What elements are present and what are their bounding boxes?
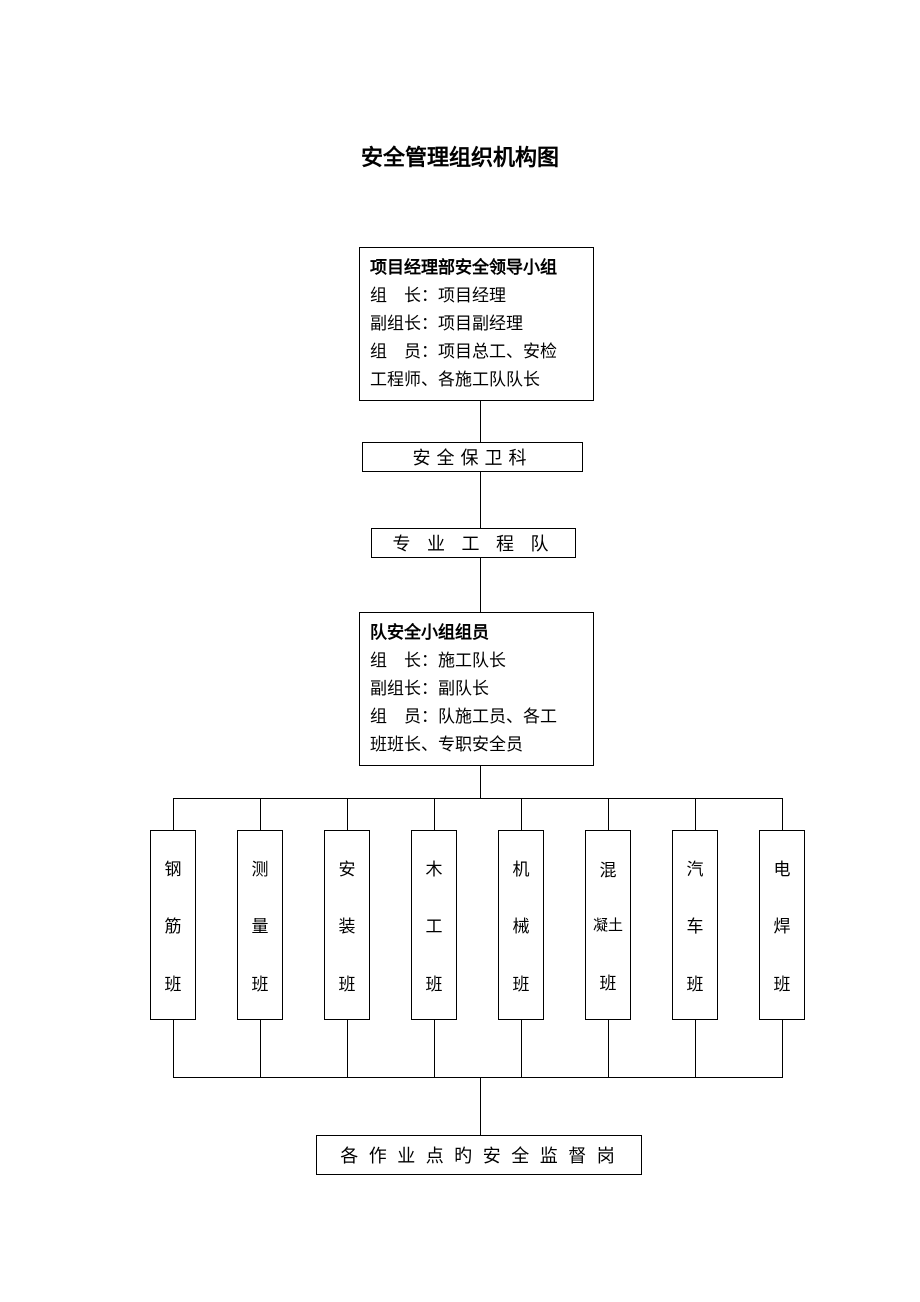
team-char: 装 xyxy=(339,912,356,937)
team-box-machinery: 机 械 班 xyxy=(498,830,544,1020)
team-box-vehicle: 汽 车 班 xyxy=(672,830,718,1020)
team-char: 量 xyxy=(252,912,269,937)
box1-line2: 副组长：项目副经理 xyxy=(370,310,583,338)
team-char: 电 xyxy=(774,855,791,880)
connector xyxy=(434,1020,435,1077)
team-char: 凝土 xyxy=(593,914,623,935)
connector xyxy=(695,1020,696,1077)
box4-line3: 组 员：队施工员、各工 xyxy=(370,703,583,731)
page-title: 安全管理组织机构图 xyxy=(0,140,920,172)
team-box-steel: 钢 筋 班 xyxy=(150,830,196,1020)
team-char: 班 xyxy=(165,970,182,995)
team-char: 班 xyxy=(513,970,530,995)
connector xyxy=(695,798,696,830)
connector xyxy=(480,400,481,442)
connector xyxy=(347,798,348,830)
connector xyxy=(608,798,609,830)
connector xyxy=(521,798,522,830)
team-char: 汽 xyxy=(687,855,704,880)
team-char: 机 xyxy=(513,855,530,880)
connector xyxy=(782,798,783,830)
team-char: 测 xyxy=(252,855,269,880)
team-char: 班 xyxy=(426,970,443,995)
connector xyxy=(480,558,481,612)
box4-line2: 副组长：副队长 xyxy=(370,675,583,703)
team-char: 班 xyxy=(774,970,791,995)
team-char: 筋 xyxy=(165,912,182,937)
team-char: 班 xyxy=(687,970,704,995)
team-char: 工 xyxy=(426,912,443,937)
leadership-group-box: 项目经理部安全领导小组 组 长：项目经理 副组长：项目副经理 组 员：项目总工、… xyxy=(359,247,594,401)
box4-line4: 班班长、专职安全员 xyxy=(370,731,583,759)
box1-heading: 项目经理部安全领导小组 xyxy=(370,254,583,282)
team-char: 班 xyxy=(600,969,617,994)
team-char: 安 xyxy=(339,855,356,880)
safety-dept-box: 安全保卫科 xyxy=(362,442,583,472)
team-char: 班 xyxy=(339,970,356,995)
connector xyxy=(260,798,261,830)
team-char: 钢 xyxy=(165,855,182,880)
team-char: 焊 xyxy=(774,912,791,937)
box4-heading: 队安全小组组员 xyxy=(370,619,583,647)
team-char: 班 xyxy=(252,970,269,995)
connector xyxy=(480,1077,481,1135)
team-box-survey: 测 量 班 xyxy=(237,830,283,1020)
connector xyxy=(173,1020,174,1077)
team-char: 车 xyxy=(687,912,704,937)
connector xyxy=(608,1020,609,1077)
team-box-carpentry: 木 工 班 xyxy=(411,830,457,1020)
connector xyxy=(521,1020,522,1077)
pro-team-box: 专 业 工 程 队 xyxy=(371,528,576,558)
box1-line4: 工程师、各施工队队长 xyxy=(370,366,583,394)
connector xyxy=(480,472,481,528)
connector xyxy=(480,765,481,798)
connector xyxy=(782,1020,783,1077)
connector xyxy=(434,798,435,830)
team-box-concrete: 混 凝土 班 xyxy=(585,830,631,1020)
team-box-install: 安 装 班 xyxy=(324,830,370,1020)
supervision-post-box: 各 作 业 点 旳 安 全 监 督 岗 xyxy=(316,1135,642,1175)
team-char: 混 xyxy=(600,856,617,881)
box4-line1: 组 长：施工队长 xyxy=(370,647,583,675)
box1-line1: 组 长：项目经理 xyxy=(370,282,583,310)
box1-line3: 组 员：项目总工、安检 xyxy=(370,338,583,366)
connector xyxy=(347,1020,348,1077)
team-safety-group-box: 队安全小组组员 组 长：施工队长 副组长：副队长 组 员：队施工员、各工 班班长… xyxy=(359,612,594,766)
team-char: 械 xyxy=(513,912,530,937)
team-char: 木 xyxy=(426,855,443,880)
connector-bus xyxy=(173,798,783,799)
connector xyxy=(260,1020,261,1077)
team-box-welding: 电 焊 班 xyxy=(759,830,805,1020)
connector xyxy=(173,798,174,830)
connector-bus-bottom xyxy=(173,1077,783,1078)
